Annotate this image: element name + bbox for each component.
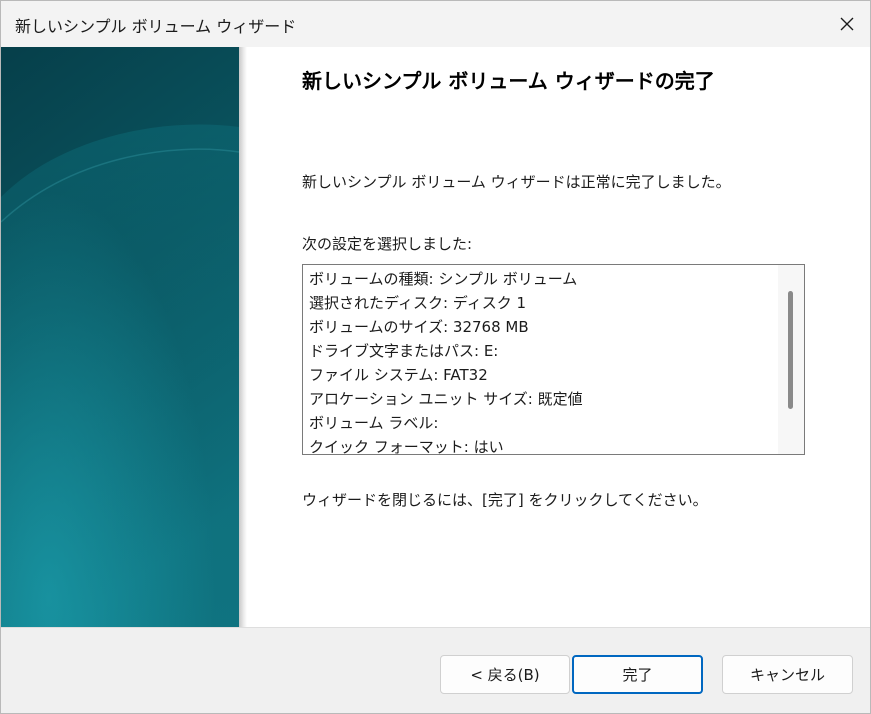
wizard-side-banner — [1, 47, 239, 627]
settings-label: 次の設定を選択しました: — [302, 235, 473, 253]
page-heading: 新しいシンプル ボリューム ウィザードの完了 — [302, 69, 715, 93]
settings-list: ボリュームの種類: シンプル ボリューム 選択されたディスク: ディスク 1 ボ… — [309, 267, 583, 455]
banner-divider — [239, 47, 247, 627]
settings-item: ボリュームのサイズ: 32768 MB — [309, 318, 529, 336]
banner-artwork — [1, 47, 239, 627]
wizard-window: 新しいシンプル ボリューム ウィザード 新しいシンプル ボリューム ウィザードの… — [0, 0, 871, 714]
settings-item: ボリューム ラベル: — [309, 414, 439, 432]
settings-item: クイック フォーマット: はい — [309, 438, 504, 455]
back-button[interactable]: < 戻る(B) — [440, 655, 570, 694]
settings-item: ファイル システム: FAT32 — [309, 366, 488, 384]
settings-summary-box[interactable]: ボリュームの種類: シンプル ボリューム 選択されたディスク: ディスク 1 ボ… — [302, 264, 805, 455]
cancel-button[interactable]: キャンセル — [722, 655, 853, 694]
settings-item: アロケーション ユニット サイズ: 既定値 — [309, 390, 583, 408]
window-title: 新しいシンプル ボリューム ウィザード — [15, 17, 297, 36]
close-button[interactable] — [824, 1, 870, 47]
vertical-scrollbar[interactable] — [778, 265, 804, 454]
settings-item: 選択されたディスク: ディスク 1 — [309, 294, 527, 312]
title-bar: 新しいシンプル ボリューム ウィザード — [1, 1, 870, 47]
settings-item: ボリュームの種類: シンプル ボリューム — [309, 270, 578, 288]
finish-button[interactable]: 完了 — [572, 655, 703, 694]
success-message: 新しいシンプル ボリューム ウィザードは正常に完了しました。 — [302, 173, 731, 191]
settings-item: ドライブ文字またはパス: E: — [309, 342, 499, 360]
scrollbar-thumb[interactable] — [788, 291, 793, 409]
button-bar: < 戻る(B) 完了 キャンセル — [1, 627, 870, 713]
close-icon — [840, 17, 854, 31]
close-instruction: ウィザードを閉じるには、[完了] をクリックしてください。 — [302, 491, 708, 509]
wizard-content: 新しいシンプル ボリューム ウィザードの完了 新しいシンプル ボリューム ウィザ… — [247, 47, 870, 627]
